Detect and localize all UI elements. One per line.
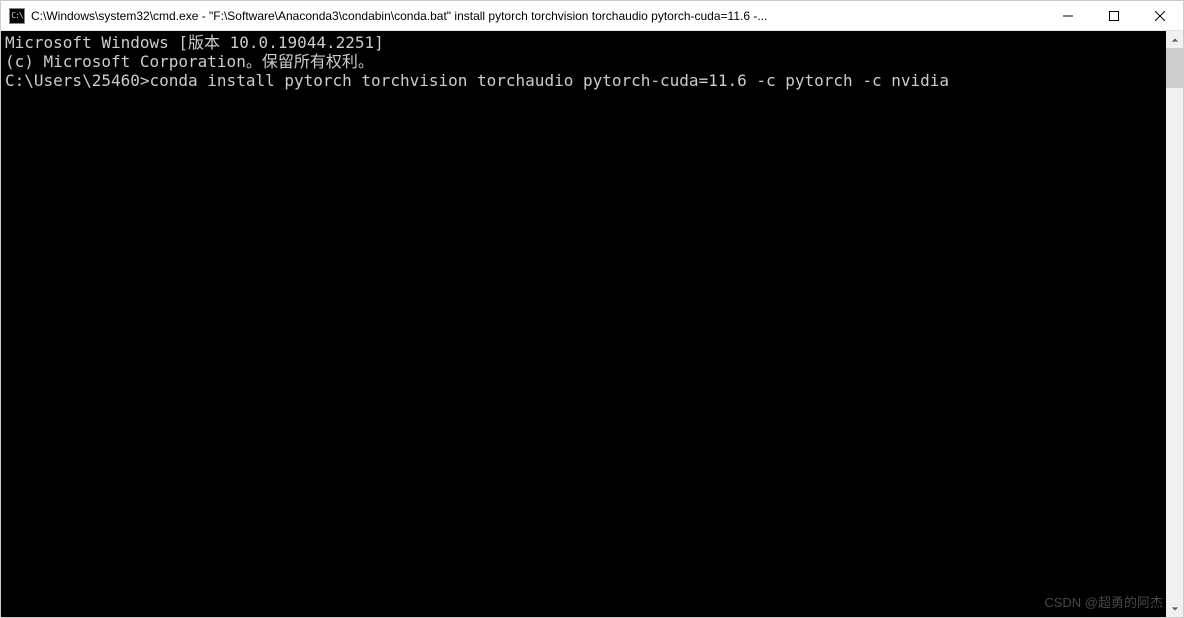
chevron-down-icon bbox=[1171, 605, 1179, 613]
maximize-icon bbox=[1109, 11, 1119, 21]
close-button[interactable] bbox=[1137, 1, 1183, 30]
titlebar[interactable]: C:\ C:\Windows\system32\cmd.exe - "F:\So… bbox=[1, 1, 1183, 31]
scroll-down-button[interactable] bbox=[1166, 600, 1183, 617]
terminal-line: C:\Users\25460>conda install pytorch tor… bbox=[5, 71, 1166, 90]
maximize-button[interactable] bbox=[1091, 1, 1137, 30]
window-controls bbox=[1045, 1, 1183, 30]
terminal-area: Microsoft Windows [版本 10.0.19044.2251](c… bbox=[1, 31, 1183, 617]
scroll-thumb[interactable] bbox=[1166, 48, 1183, 88]
terminal-line: (c) Microsoft Corporation。保留所有权利。 bbox=[5, 52, 1166, 71]
minimize-icon bbox=[1063, 11, 1073, 21]
cmd-icon: C:\ bbox=[9, 8, 25, 24]
scroll-up-button[interactable] bbox=[1166, 31, 1183, 48]
cmd-window: C:\ C:\Windows\system32\cmd.exe - "F:\So… bbox=[0, 0, 1184, 618]
minimize-button[interactable] bbox=[1045, 1, 1091, 30]
terminal-line: Microsoft Windows [版本 10.0.19044.2251] bbox=[5, 33, 1166, 52]
vertical-scrollbar[interactable] bbox=[1166, 31, 1183, 617]
chevron-up-icon bbox=[1171, 36, 1179, 44]
window-title: C:\Windows\system32\cmd.exe - "F:\Softwa… bbox=[31, 9, 1045, 23]
terminal-content[interactable]: Microsoft Windows [版本 10.0.19044.2251](c… bbox=[1, 31, 1166, 617]
close-icon bbox=[1155, 11, 1165, 21]
